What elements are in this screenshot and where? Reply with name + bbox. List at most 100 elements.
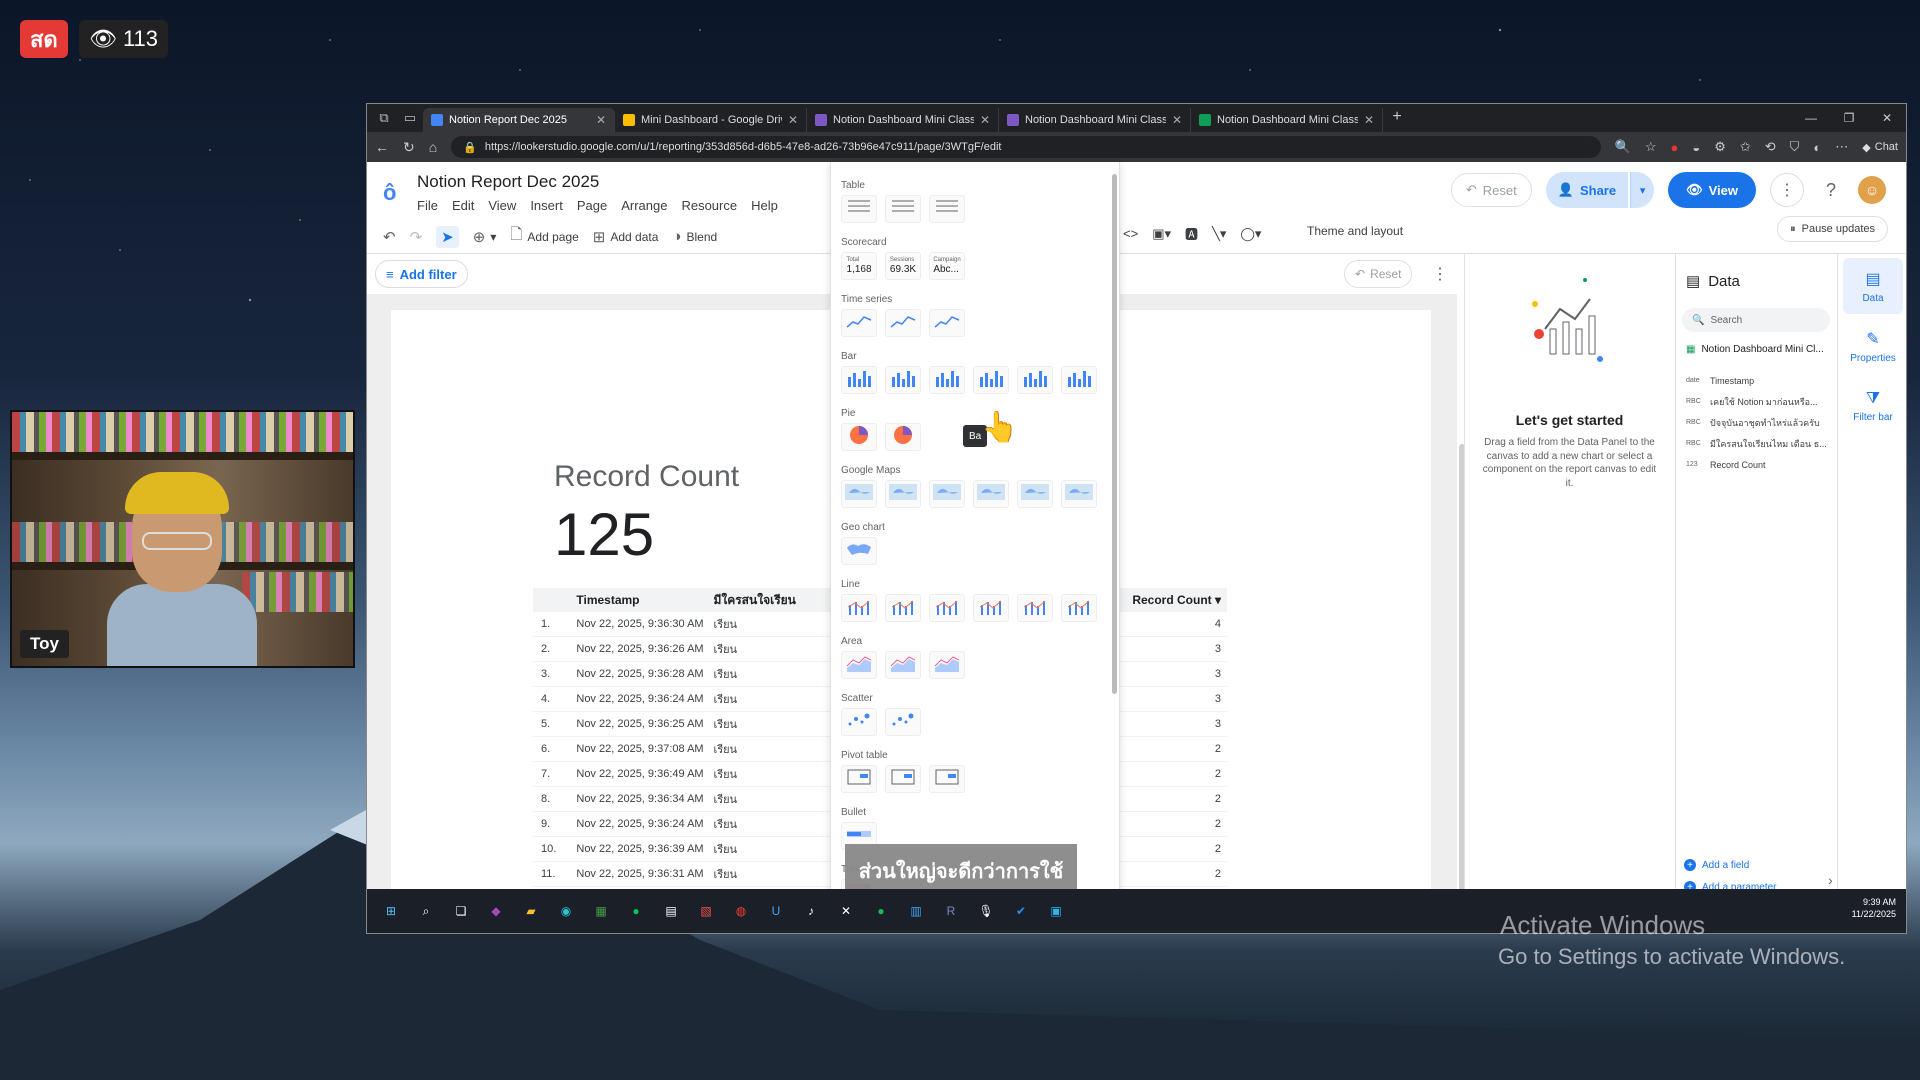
data-field[interactable]: RBC เคยใช้ Notion มาก่อนหรือ... [1686, 391, 1827, 412]
history-icon[interactable]: ⟲ [1765, 139, 1776, 155]
shield-icon[interactable]: ⛉ [1790, 139, 1800, 155]
tab-close-icon[interactable]: ✕ [1364, 113, 1374, 127]
line-icon[interactable]: ╲▾ [1212, 226, 1226, 242]
chart-type-option[interactable] [973, 480, 1009, 508]
blend-button[interactable]: ◑ Blend [672, 228, 717, 245]
excel-icon[interactable]: ▦ [589, 899, 613, 923]
more-options-button[interactable]: ⋮ [1770, 173, 1804, 207]
extension-icon[interactable]: ◒ [1692, 140, 1700, 155]
chart-type-option[interactable] [929, 195, 965, 223]
tab-close-icon[interactable]: ✕ [980, 113, 990, 127]
data-field[interactable]: RBC ปัจจุบันอาชุดทำไหร่แล้วครับ [1686, 412, 1827, 433]
edge-icon[interactable]: ◉ [554, 899, 578, 923]
chart-type-option[interactable] [1061, 366, 1097, 394]
help-icon[interactable]: ? [1818, 180, 1844, 201]
add-data-button[interactable]: ⊞ Add data [593, 228, 659, 246]
theme-and-layout-button[interactable]: Theme and layout [1307, 224, 1403, 238]
reset-button[interactable]: ↶ Reset [1450, 173, 1532, 207]
chart-type-option[interactable] [973, 366, 1009, 394]
rail-properties-button[interactable]: ✎ Properties [1843, 318, 1903, 374]
tiktok-icon[interactable]: ♪ [799, 899, 823, 923]
spotify-icon[interactable]: ● [869, 899, 893, 923]
close-window-icon[interactable]: ✕ [1868, 111, 1906, 125]
browser-tab[interactable]: Notion Report Dec 2025 ✕ [423, 108, 615, 132]
notes-icon[interactable]: ▥ [904, 899, 928, 923]
chart-menu-scrollbar[interactable] [1112, 174, 1117, 694]
chart-type-option[interactable] [885, 309, 921, 337]
chart-type-option[interactable] [885, 765, 921, 793]
chart-type-option[interactable] [885, 195, 921, 223]
redo-icon[interactable]: ↷ [410, 228, 423, 246]
favorites-icon[interactable]: ✩ [1740, 139, 1751, 155]
data-field[interactable]: date Timestamp [1686, 370, 1827, 391]
add-filter-button[interactable]: ≡ Add filter [375, 260, 468, 288]
chart-type-option[interactable] [1017, 594, 1053, 622]
zoom-menu[interactable]: ⊕ ▾ [473, 228, 497, 246]
chrome-icon[interactable]: ◍ [729, 899, 753, 923]
chart-type-option[interactable] [929, 651, 965, 679]
user-avatar[interactable]: ☺ [1858, 176, 1886, 204]
share-button[interactable]: 👤 Share [1545, 172, 1629, 208]
data-search-input[interactable]: 🔍 Search [1682, 308, 1830, 332]
browser-tab[interactable]: Notion Dashboard Mini Class De ✕ [807, 108, 999, 132]
chevron-right-icon[interactable]: › [1828, 872, 1833, 888]
menu-item[interactable]: Resource [681, 198, 737, 213]
chart-type-option[interactable] [841, 309, 877, 337]
browser-tab[interactable]: Notion Dashboard Mini Class De ✕ [1191, 108, 1383, 132]
tab-close-icon[interactable]: ✕ [788, 113, 798, 127]
chart-type-option[interactable] [1017, 366, 1053, 394]
shape-icon[interactable]: ◯▾ [1240, 226, 1261, 242]
chart-type-option[interactable] [929, 594, 965, 622]
tab-close-icon[interactable]: ✕ [596, 113, 606, 127]
chart-type-option[interactable] [841, 708, 877, 736]
screen-tool-icon[interactable]: ▧ [694, 899, 718, 923]
menu-item[interactable]: Insert [530, 198, 563, 213]
chart-type-option[interactable] [841, 423, 877, 451]
chart-type-option[interactable]: Sessions 69.3K [885, 252, 921, 280]
workspaces-icon[interactable]: ⧉ [371, 104, 397, 132]
chart-type-option[interactable]: Total 1,168 [841, 252, 877, 280]
chart-type-option[interactable] [885, 651, 921, 679]
extension-red-icon[interactable]: ● [1670, 140, 1678, 155]
data-panel-link[interactable]: + Add a field [1684, 854, 1777, 876]
chart-type-option[interactable] [841, 195, 877, 223]
start-icon[interactable]: ⊞ [379, 899, 403, 923]
home-icon[interactable]: ⌂ [429, 139, 437, 155]
system-clock[interactable]: 9:39 AM 11/22/2025 [1852, 897, 1896, 920]
chart-type-option[interactable] [841, 537, 877, 565]
chart-type-option[interactable] [841, 480, 877, 508]
menu-item[interactable]: Page [577, 198, 607, 213]
data-source-item[interactable]: ▦ Notion Dashboard Mini Cl... [1686, 344, 1824, 355]
chart-type-option[interactable] [929, 309, 965, 337]
add-page-button[interactable]: 🗋 Add page [510, 224, 578, 249]
chart-type-option[interactable] [1061, 480, 1097, 508]
refresh-icon[interactable]: ↻ [403, 139, 415, 156]
code-embed-icon[interactable]: <> [1123, 226, 1138, 241]
chart-type-option[interactable] [1061, 594, 1097, 622]
pause-updates-button[interactable]: ⏸ Pause updates [1777, 216, 1888, 242]
looker-logo-icon[interactable]: ô [383, 180, 399, 205]
select-pointer-icon[interactable]: ➤ [436, 225, 459, 248]
report-title[interactable]: Notion Report Dec 2025 [417, 172, 599, 192]
tab-actions-icon[interactable]: ▭ [397, 104, 423, 132]
chart-type-option[interactable] [973, 594, 1009, 622]
menu-item[interactable]: Arrange [621, 198, 667, 213]
data-field[interactable]: RBC มีใครสนใจเรียนไหม เดือน ธ... [1686, 433, 1827, 454]
chart-type-option[interactable] [929, 480, 965, 508]
extensions-icon[interactable]: ⚙ [1714, 139, 1726, 155]
rail-filter-bar-button[interactable]: ⧩ Filter bar [1843, 378, 1903, 434]
column-header-record-count[interactable]: Record Count ▾ [1103, 593, 1227, 607]
app-window-icon[interactable]: ▣ [1044, 899, 1068, 923]
chart-type-option[interactable] [929, 366, 965, 394]
copilot-icon[interactable]: ◆ [484, 899, 508, 923]
task-view-icon[interactable]: ❏ [449, 899, 473, 923]
share-dropdown-button[interactable]: ▾ [1630, 172, 1655, 208]
chat-button[interactable]: ◆ Chat [1862, 141, 1898, 154]
back-icon[interactable]: ← [375, 139, 389, 155]
chart-type-option[interactable] [885, 708, 921, 736]
image-icon[interactable]: ▣▾ [1152, 226, 1171, 242]
calculator-icon[interactable]: ▤ [659, 899, 683, 923]
text-box-icon[interactable]: 🅰 [1185, 224, 1198, 243]
profile-icon[interactable]: ◐ [1813, 140, 1821, 155]
browser-tab[interactable]: Notion Dashboard Mini Class De ✕ [999, 108, 1191, 132]
